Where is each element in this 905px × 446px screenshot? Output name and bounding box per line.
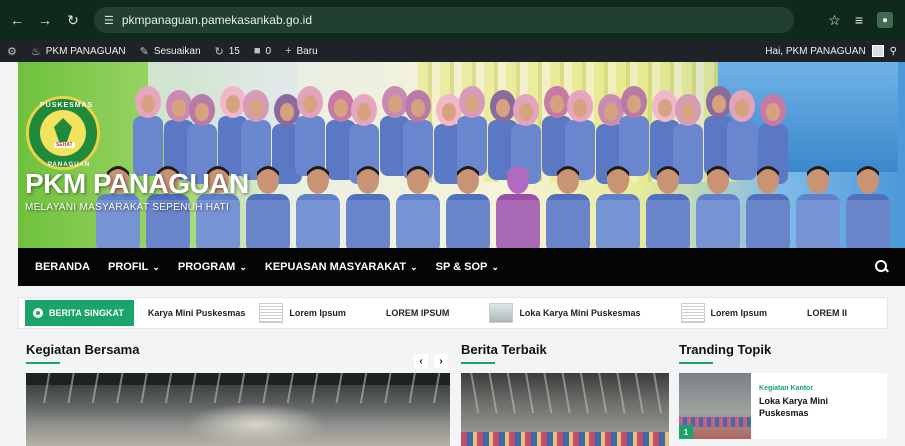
- ticker-item-title: Loka Karya Mini Puskesmas: [519, 308, 641, 318]
- chevron-down-icon: ⌄: [491, 261, 499, 272]
- chevron-down-icon: ⌄: [152, 261, 160, 272]
- comment-icon: ■: [253, 45, 261, 57]
- trending-thumbnail[interactable]: 1: [679, 373, 751, 439]
- news-ticker: BERITA SINGKAT Karya Mini Puskesmas Lore…: [18, 297, 888, 329]
- nav-label: BERANDA: [35, 261, 90, 273]
- search-icon[interactable]: [875, 260, 889, 274]
- ticker-thumbnail: [680, 303, 705, 323]
- site-info-icon[interactable]: ☰: [104, 14, 114, 27]
- ticker-thumbnail: [259, 303, 284, 323]
- browser-toolbar: ← → ↻ ☰ pkmpanaguan.pamekasankab.go.id ☆…: [0, 0, 905, 40]
- admin-site-name: PKM PANAGUAN: [45, 45, 126, 57]
- back-icon[interactable]: ←: [6, 9, 28, 31]
- ticker-thumbnail: [489, 303, 514, 323]
- hero-banner: PUSKESMAS SEHAT PANAGUAN PKM PANAGUAN ME…: [18, 62, 905, 248]
- section-underline: [461, 362, 495, 364]
- section-underline: [679, 362, 713, 364]
- ticker-item[interactable]: Lorem Ipsum: [680, 303, 768, 323]
- plus-icon: +: [285, 45, 292, 57]
- avatar[interactable]: [871, 45, 884, 57]
- nav-item-profil[interactable]: PROFIL ⌄: [99, 248, 169, 286]
- extension-icon[interactable]: ≡: [855, 12, 863, 28]
- nav-item-program[interactable]: PROGRAM ⌄: [169, 248, 256, 286]
- admin-new-link[interactable]: + Baru: [278, 40, 325, 62]
- admin-customize-label: Sesuaikan: [153, 45, 201, 57]
- main-navigation: BERANDA PROFIL ⌄ PROGRAM ⌄ KEPUASAN MASY…: [18, 248, 905, 286]
- logo-text-top: PUSKESMAS: [40, 102, 94, 109]
- nav-label: SP & SOP: [435, 261, 488, 273]
- home-icon: ♨: [30, 45, 41, 58]
- nav-label: PROGRAM: [177, 261, 236, 273]
- updates-icon: ↻: [214, 45, 224, 58]
- bookmark-star-icon[interactable]: ☆: [828, 12, 841, 29]
- updates-count: 15: [228, 45, 240, 57]
- admin-search-icon[interactable]: ⚲: [890, 46, 897, 57]
- ticker-item[interactable]: Lorem Ipsum: [259, 303, 346, 323]
- wordpress-logo-icon[interactable]: ⚙: [0, 40, 24, 62]
- admin-customize-link[interactable]: ✎ Sesuaikan: [133, 40, 208, 62]
- ticker-item-title: Lorem Ipsum: [289, 308, 346, 318]
- logo-text-mid: SEHAT: [54, 142, 75, 148]
- ticker-item[interactable]: LOREM IPSUM: [386, 308, 450, 318]
- ticker-item-title: Karya Mini Puskesmas: [147, 308, 246, 318]
- kegiatan-featured-image[interactable]: [26, 373, 450, 446]
- slider-controls: ‹ ›: [414, 354, 448, 368]
- url-text: pkmpanaguan.pamekasankab.go.id: [121, 13, 313, 27]
- ticker-item-title: Lorem Ipsum: [710, 308, 768, 318]
- admin-updates-link[interactable]: ↻ 15: [208, 40, 247, 62]
- site-tagline: MELAYANI MASYARAKAT SEPENUH HATI: [25, 202, 230, 213]
- ticker-item-title: LOREM IPSUM: [385, 308, 450, 318]
- nav-item-sp-sop[interactable]: SP & SOP ⌄: [427, 248, 508, 286]
- trending-rank-badge: 1: [679, 425, 693, 439]
- trending-card[interactable]: 1 Kegiatan Kantor Loka Karya Mini Puskes…: [679, 373, 887, 439]
- ticker-item-title: LOREM II: [807, 308, 848, 318]
- section-title-berita: Berita Terbaik: [461, 342, 547, 357]
- ticker-item[interactable]: Loka Karya Mini Puskesmas: [489, 303, 641, 323]
- ticker-dot-icon: [33, 308, 43, 318]
- chevron-right-icon[interactable]: ›: [434, 354, 448, 368]
- admin-site-link[interactable]: ♨ PKM PANAGUAN: [24, 40, 133, 62]
- ticker-item[interactable]: LOREM II: [807, 308, 847, 318]
- comments-count: 0: [265, 45, 272, 57]
- site-title[interactable]: PKM PANAGUAN: [25, 168, 249, 200]
- nav-label: PROFIL: [108, 261, 149, 273]
- nav-label: KEPUASAN MASYARAKAT: [264, 261, 407, 273]
- section-title-kegiatan: Kegiatan Bersama: [26, 342, 140, 357]
- chevron-down-icon: ⌄: [239, 261, 247, 272]
- berita-featured-image[interactable]: [461, 373, 669, 446]
- chevron-down-icon: ⌄: [410, 261, 418, 272]
- trending-category[interactable]: Kegiatan Kantor: [759, 385, 869, 392]
- nav-item-kepuasan-masyarakat[interactable]: KEPUASAN MASYARAKAT ⌄: [256, 248, 427, 286]
- section-underline: [26, 362, 60, 364]
- reload-icon[interactable]: ↻: [62, 9, 84, 31]
- hero-group-photo: [96, 86, 890, 248]
- nav-item-beranda[interactable]: BERANDA: [26, 248, 99, 286]
- ticker-item[interactable]: Karya Mini Puskesmas: [148, 308, 246, 318]
- address-bar[interactable]: ☰ pkmpanaguan.pamekasankab.go.id: [94, 7, 794, 33]
- admin-comments-link[interactable]: ■ 0: [247, 40, 278, 62]
- ticker-label: BERITA SINGKAT: [25, 300, 134, 326]
- admin-bar: ⚙ ♨ PKM PANAGUAN ✎ Sesuaikan ↻ 15 ■ 0 + …: [0, 40, 905, 62]
- brush-icon: ✎: [139, 45, 149, 58]
- admin-greeting[interactable]: Hai, PKM PANAGUAN: [765, 46, 865, 57]
- trending-title[interactable]: Loka Karya Mini Puskesmas: [759, 396, 869, 419]
- forward-icon[interactable]: →: [34, 9, 56, 31]
- profile-icon[interactable]: ●: [877, 12, 893, 28]
- chevron-left-icon[interactable]: ‹: [414, 354, 428, 368]
- admin-new-label: Baru: [296, 45, 318, 57]
- section-title-tranding: Tranding Topik: [679, 342, 772, 357]
- ticker-label-text: BERITA SINGKAT: [49, 308, 124, 318]
